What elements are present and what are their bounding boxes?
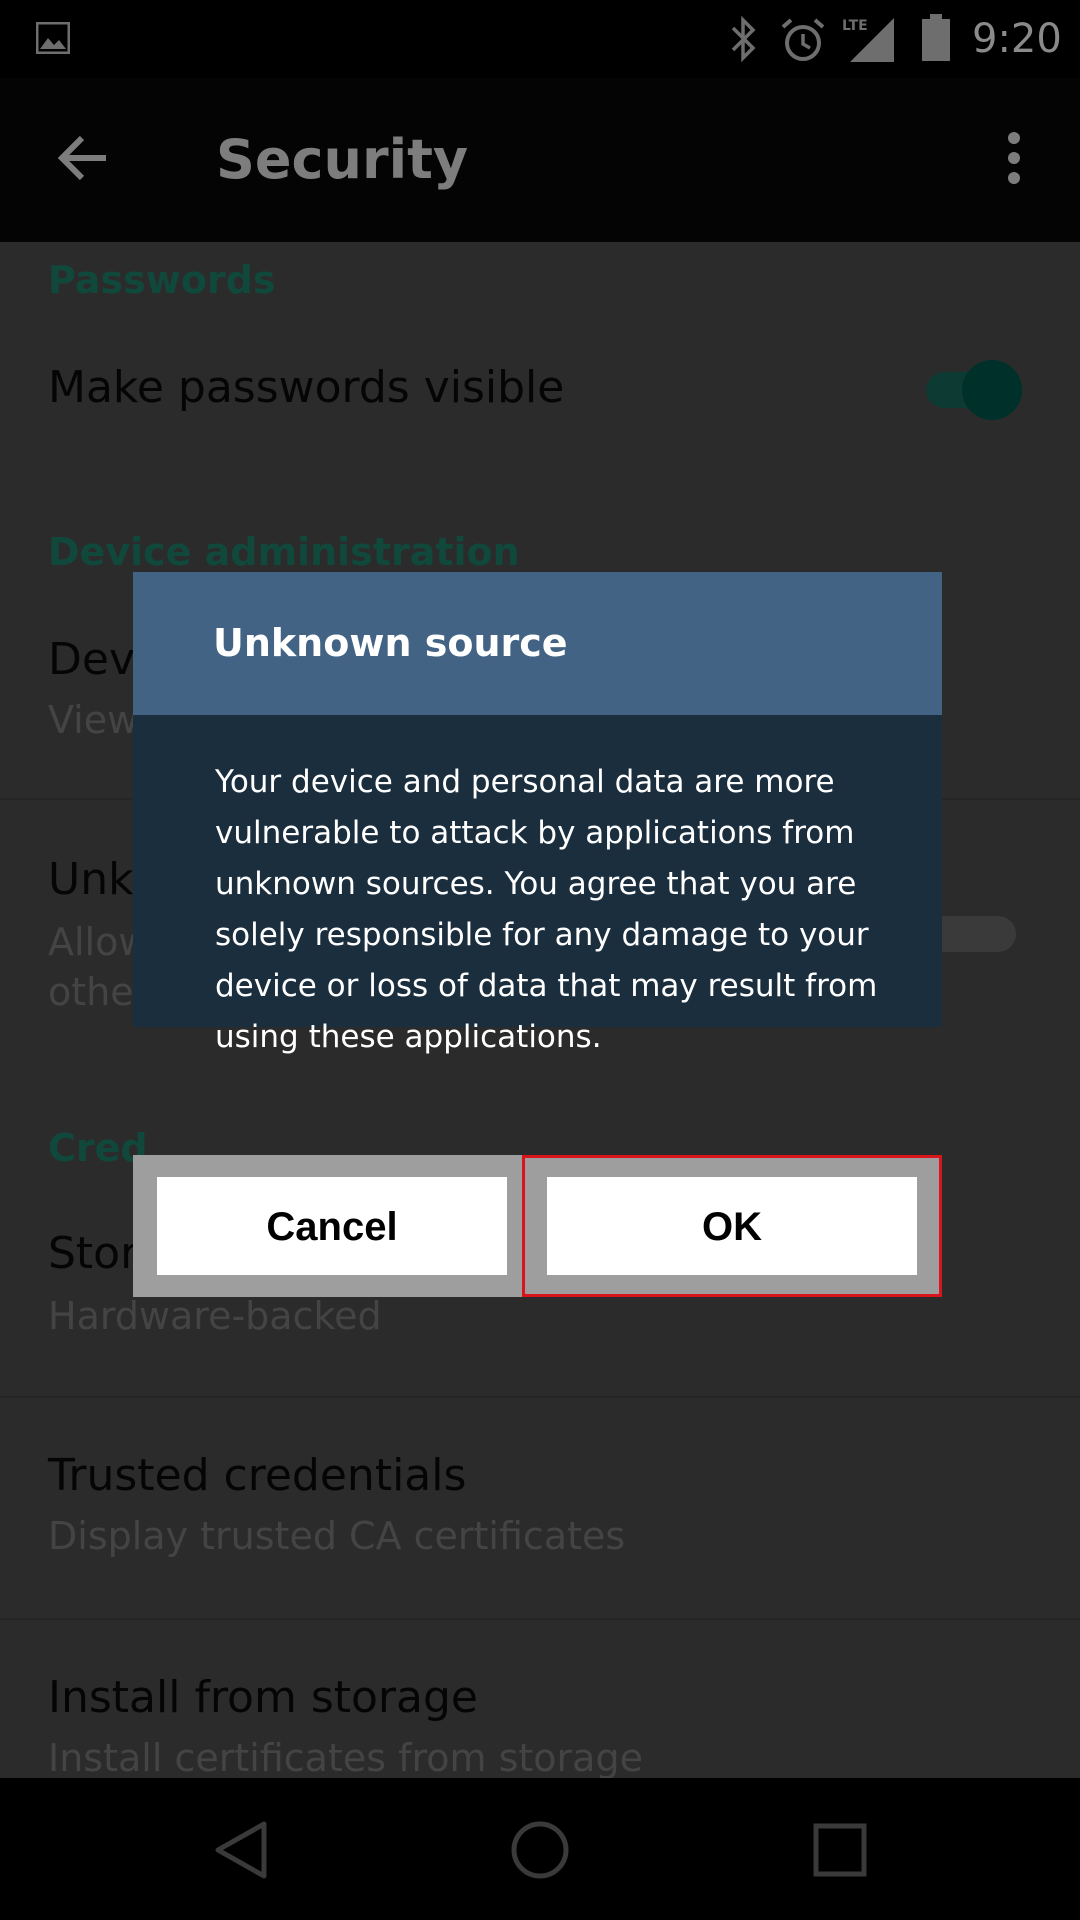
storage-type-title: Stor	[48, 1228, 139, 1279]
nav-recents-icon[interactable]	[810, 1820, 870, 1880]
dialog-title: Unknown source	[213, 621, 568, 665]
dialog-button-bar: Cancel OK	[133, 1155, 942, 1297]
ok-button[interactable]: OK	[547, 1177, 917, 1275]
back-arrow-icon[interactable]	[54, 128, 114, 188]
toggle-thumb	[962, 360, 1022, 420]
app-bar: Security	[0, 78, 1080, 242]
unknown-source-dialog: Unknown source Your device and personal …	[133, 572, 942, 1297]
trusted-credentials-title[interactable]: Trusted credentials	[48, 1450, 466, 1501]
alarm-icon	[781, 18, 825, 61]
install-from-storage-subtitle: Install certificates from storage	[48, 1736, 643, 1778]
section-header-device-admin: Device administration	[48, 530, 520, 574]
section-header-passwords: Passwords	[48, 258, 276, 302]
nav-back-icon[interactable]	[210, 1818, 274, 1882]
trusted-credentials-subtitle: Display trusted CA certificates	[48, 1514, 626, 1558]
dialog-body: Your device and personal data are more v…	[133, 715, 942, 1055]
bluetooth-icon	[731, 16, 756, 62]
device-administrators-subtitle: View	[48, 698, 139, 742]
battery-icon	[922, 14, 950, 61]
cancel-button[interactable]: Cancel	[157, 1177, 507, 1275]
lte-signal-icon: LTE	[842, 18, 894, 62]
divider	[0, 1396, 1080, 1398]
make-passwords-visible-label[interactable]: Make passwords visible	[48, 362, 564, 413]
storage-type-subtitle: Hardware-backed	[48, 1294, 382, 1338]
divider	[0, 1618, 1080, 1620]
dialog-message: Your device and personal data are more v…	[215, 764, 878, 1055]
more-vert-icon[interactable]	[996, 128, 1032, 188]
status-bar: LTE 9:20	[0, 0, 1080, 78]
install-from-storage-title[interactable]: Install from storage	[48, 1672, 478, 1723]
dialog-header: Unknown source	[133, 572, 942, 715]
navigation-bar	[0, 1778, 1080, 1920]
page-title: Security	[216, 128, 469, 191]
nav-home-icon[interactable]	[508, 1818, 572, 1882]
image-icon	[36, 22, 70, 54]
clock-time: 9:20	[972, 16, 1062, 62]
lte-label: LTE	[842, 18, 868, 34]
